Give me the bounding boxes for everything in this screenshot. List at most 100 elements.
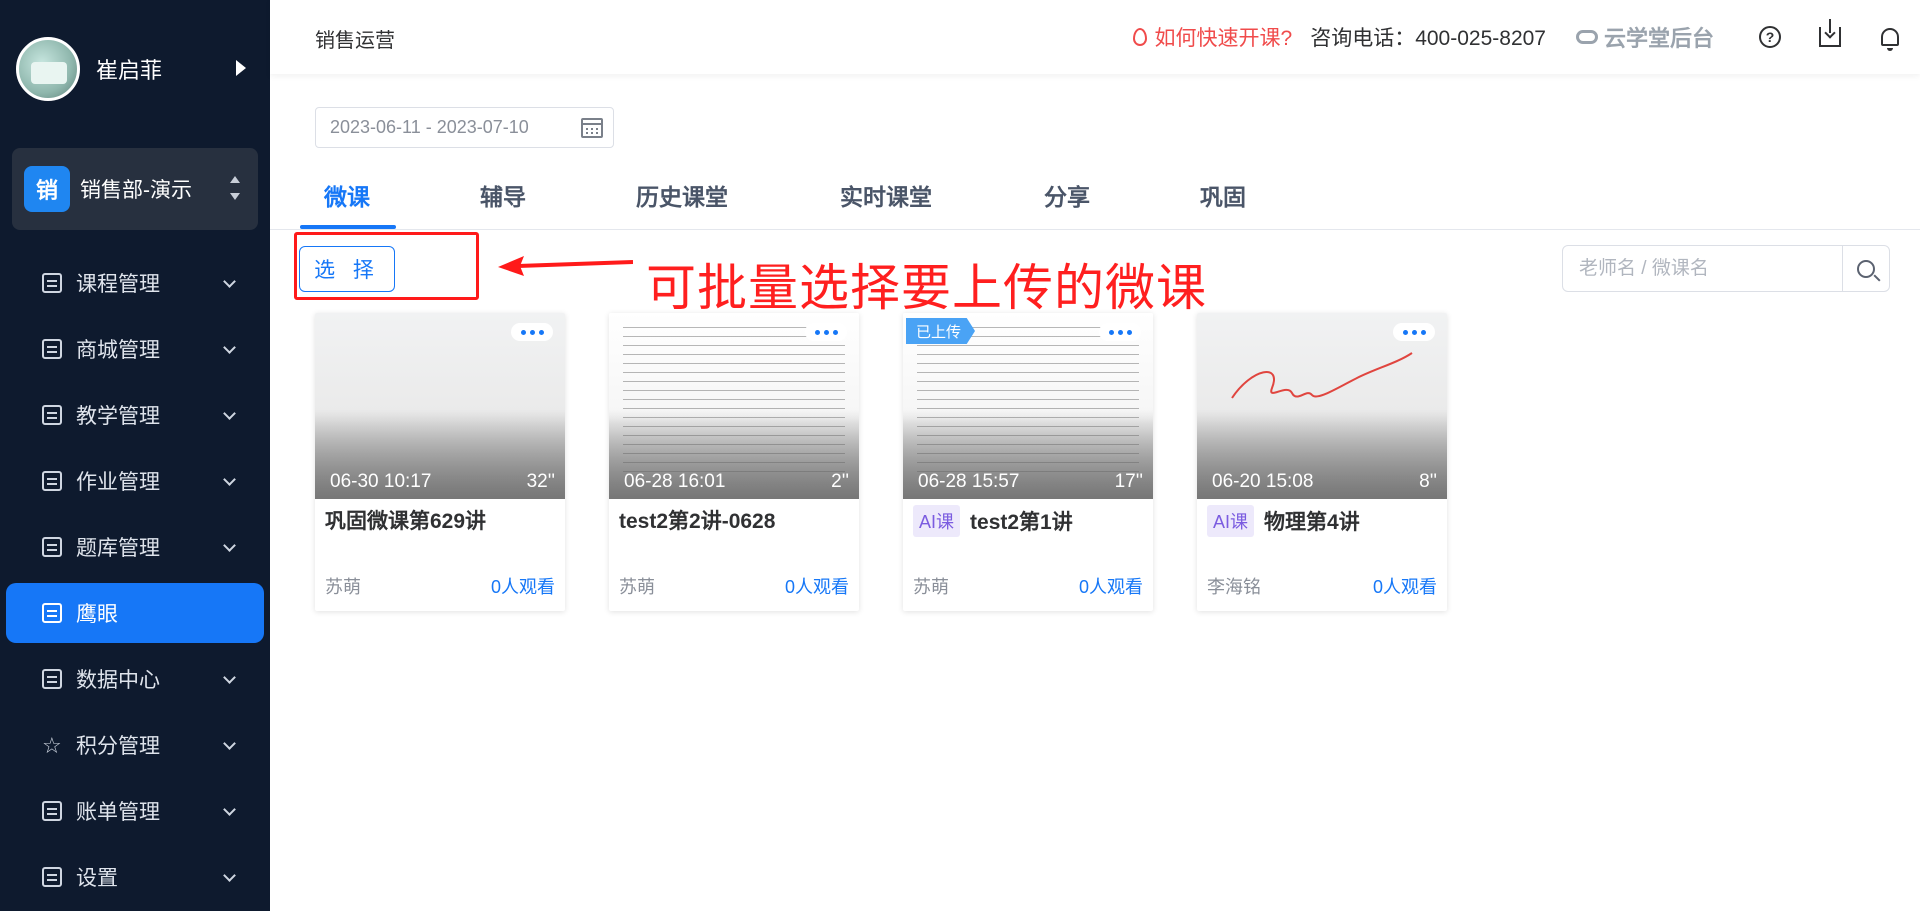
tab-consolidate[interactable]: 巩固 [1200,178,1246,212]
sidebar-item-eagle-eye[interactable]: 鹰眼 [6,583,264,643]
star-icon: ☆ [42,733,62,758]
sidebar-item-mall[interactable]: 商城管理 [0,316,270,382]
sidebar-item-homework[interactable]: 作业管理 [0,448,270,514]
course-teacher: 苏萌 [325,577,361,597]
sidebar-item-label: 课程管理 [76,273,160,296]
bell-icon [1881,28,1899,51]
hotline-text: 咨询电话：400-025-8207 [1310,27,1546,50]
course-views: 0人观看 [490,577,555,597]
search-icon [1857,259,1875,278]
backend-label: 云学堂后台 [1603,26,1714,51]
sidebar-item-label: 题库管理 [76,537,160,560]
course-thumbnail[interactable]: 已上传 06-28 15:57 17'' [903,313,1153,499]
course-title-row: AI课 test2第1讲 [913,505,1073,537]
tab-micro-course[interactable]: 微课 [324,178,370,212]
tab-history-class[interactable]: 历史课堂 [636,178,728,212]
chevron-down-icon [223,869,236,882]
ai-course-tag: AI课 [913,505,961,537]
user-name: 崔启菲 [96,58,163,83]
handwriting-preview [1231,352,1413,399]
sidebar-item-course[interactable]: 课程管理 [0,250,270,316]
course-duration: 17'' [1114,471,1143,492]
sidebar-item-settings[interactable]: 设置 [0,844,270,910]
tab-tutoring[interactable]: 辅导 [480,178,526,212]
tab-share[interactable]: 分享 [1044,178,1090,212]
course-duration: 2'' [831,471,849,492]
question-bank-icon [42,537,62,557]
course-date: 06-30 10:17 [330,471,432,492]
more-options-icon[interactable] [805,323,847,341]
sort-updown-icon[interactable] [230,176,240,200]
book-icon [42,273,62,293]
course-teacher: 李海铭 [1207,577,1261,597]
bill-icon [42,801,62,821]
annotation-arrow-icon [498,256,633,276]
chart-icon [42,669,62,689]
course-duration: 8'' [1419,471,1437,492]
sidebar-item-label: 商城管理 [76,339,160,362]
chevron-down-icon [223,407,236,420]
course-title: 巩固微课第629讲 [325,510,487,533]
chevron-down-icon [223,803,236,816]
breadcrumb: 销售运营 [315,30,395,52]
help-button[interactable]: ? [1740,0,1800,74]
more-options-icon[interactable] [511,323,553,341]
course-title-row: 巩固微课第629讲 [325,505,486,535]
select-button[interactable]: 选 择 [299,246,395,292]
fast-open-link[interactable]: 如何快速开课? [1132,22,1292,52]
course-title-row: AI课 物理第4讲 [1207,505,1360,537]
course-title: test2第1讲 [970,511,1073,534]
search-input[interactable] [1563,246,1842,291]
sidebar-item-label: 设置 [76,867,118,890]
sidebar: 崔启菲 销 销售部-演示 课程管理 商城管理 教学管理 作业管理 题库管理 鹰眼… [0,0,270,911]
course-thumbnail[interactable]: 06-20 15:08 8'' [1197,313,1447,499]
chevron-down-icon [223,737,236,750]
course-views: 0人观看 [1078,577,1143,597]
teaching-icon [42,405,62,425]
sidebar-item-points[interactable]: ☆ 积分管理 [0,712,270,778]
download-icon [1819,19,1841,47]
uploaded-badge: 已上传 [906,318,976,344]
chevron-down-icon [223,275,236,288]
topbar: 销售运营 如何快速开课? 咨询电话：400-025-8207 云学堂后台 ? [270,0,1920,74]
course-card[interactable]: 06-30 10:17 32'' 巩固微课第629讲 苏萌 0人观看 [315,313,565,611]
sidebar-item-label: 数据中心 [76,669,160,692]
course-card[interactable]: 已上传 06-28 15:57 17'' AI课 test2第1讲 苏萌 0人观… [903,313,1153,611]
avatar[interactable] [16,37,80,101]
help-icon: ? [1759,26,1781,48]
ai-course-tag: AI课 [1207,505,1255,537]
chevron-down-icon [223,671,236,684]
notification-button[interactable] [1860,0,1920,74]
search-box [1562,245,1890,292]
tab-active-indicator [300,225,396,229]
chevron-down-icon [223,473,236,486]
course-teacher: 苏萌 [913,577,949,597]
user-profile[interactable]: 崔启菲 [16,36,256,102]
calendar-icon [581,118,603,138]
org-switcher[interactable]: 销 销售部-演示 [12,148,258,230]
more-options-icon[interactable] [1099,323,1141,341]
search-button[interactable] [1842,246,1889,291]
sidebar-item-label: 积分管理 [76,735,160,758]
download-button[interactable] [1800,0,1860,74]
more-options-icon[interactable] [1393,323,1435,341]
sidebar-item-label: 作业管理 [76,471,160,494]
sidebar-item-teaching[interactable]: 教学管理 [0,382,270,448]
tab-live-class[interactable]: 实时课堂 [840,178,932,212]
sidebar-item-billing[interactable]: 账单管理 [0,778,270,844]
course-duration: 32'' [526,471,555,492]
sidebar-item-question-bank[interactable]: 题库管理 [0,514,270,580]
sidebar-item-label: 鹰眼 [76,603,118,626]
backend-link[interactable]: 云学堂后台 [1575,21,1714,53]
course-title: 物理第4讲 [1264,511,1360,534]
topbar-actions: 如何快速开课? 咨询电话：400-025-8207 云学堂后台 ? [1132,0,1920,74]
caret-right-icon[interactable] [236,60,246,76]
course-thumbnail[interactable]: 06-30 10:17 32'' [315,313,565,499]
course-thumbnail[interactable]: 06-28 16:01 2'' [609,313,859,499]
sidebar-item-data-center[interactable]: 数据中心 [0,646,270,712]
course-card[interactable]: 06-20 15:08 8'' AI课 物理第4讲 李海铭 0人观看 [1197,313,1447,611]
course-card[interactable]: 06-28 16:01 2'' test2第2讲-0628 苏萌 0人观看 [609,313,859,611]
date-range-picker[interactable]: 2023-06-11 - 2023-07-10 [315,107,614,148]
course-date: 06-20 15:08 [1212,471,1314,492]
course-views: 0人观看 [784,577,849,597]
